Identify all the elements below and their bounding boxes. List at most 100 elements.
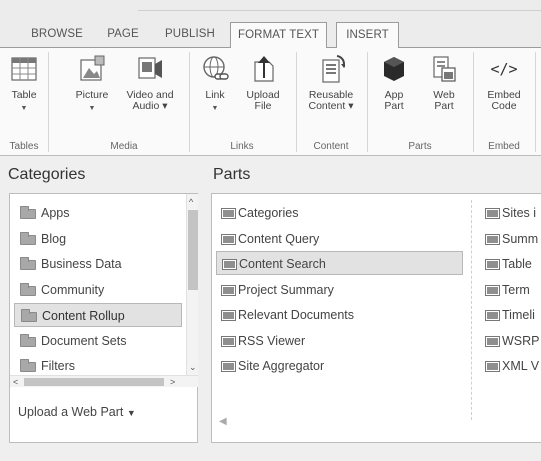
web-part-icon <box>485 336 500 347</box>
upload-file-label: Upload File <box>240 90 286 112</box>
scroll-left-arrow-icon[interactable]: ◀ <box>219 416 227 427</box>
part-item-xml-viewer[interactable]: XML V <box>480 354 541 378</box>
tab-page[interactable]: PAGE <box>100 22 146 48</box>
web-part-icon <box>221 361 236 372</box>
folder-icon <box>20 206 36 219</box>
video-audio-label: Video and Audio ▾ <box>126 89 174 112</box>
categories-horizontal-scrollbar[interactable]: < > <box>10 375 198 387</box>
upload-file-button[interactable]: Upload File <box>240 54 286 138</box>
group-label-embed: Embed <box>488 141 520 152</box>
tab-insert[interactable]: INSERT <box>336 22 399 49</box>
folder-icon <box>20 359 36 372</box>
web-part-icon <box>485 285 500 296</box>
tab-browse[interactable]: BROWSE <box>22 22 92 48</box>
column-divider <box>471 200 472 420</box>
categories-list: Apps Blog Business Data Community Conten… <box>10 194 184 375</box>
picture-label: Picture <box>75 89 109 101</box>
category-item-business-data[interactable]: Business Data <box>14 252 182 276</box>
group-divider <box>367 52 368 152</box>
part-item-term[interactable]: Term <box>480 278 541 302</box>
part-label: Summ <box>502 232 539 246</box>
picture-icon <box>80 55 105 81</box>
scroll-right-arrow-icon[interactable]: > <box>170 377 175 387</box>
group-label-content: Content <box>313 141 349 152</box>
web-part-icon <box>221 310 236 321</box>
link-icon <box>203 56 229 80</box>
upload-web-part-label: Upload a Web Part <box>18 405 124 419</box>
part-item-site-aggregator[interactable]: Site Aggregator <box>216 354 456 378</box>
embed-code-button[interactable]: </> Embed Code <box>478 54 530 138</box>
category-item-document-sets[interactable]: Document Sets <box>14 329 182 353</box>
scroll-thumb[interactable] <box>188 210 198 290</box>
web-part-button[interactable]: Web Part <box>422 54 466 138</box>
chevron-down-icon: ▼ <box>88 105 96 112</box>
insert-ribbon: Table ▼ Picture ▼ Video and Audio ▾ Medi… <box>0 48 541 156</box>
scroll-thumb[interactable] <box>24 378 164 386</box>
part-label: XML V <box>502 359 540 373</box>
scroll-down-arrow-icon[interactable]: ⌄ <box>189 362 197 372</box>
part-item-content-query[interactable]: Content Query <box>216 227 456 251</box>
part-item-table[interactable]: Table <box>480 252 541 276</box>
part-label: RSS Viewer <box>238 334 306 348</box>
folder-icon <box>20 232 36 245</box>
folder-icon <box>20 334 36 347</box>
chevron-down-icon: ▼ <box>20 105 28 112</box>
app-part-line2: Part <box>384 100 404 112</box>
web-part-picker-window: BROWSE PAGE PUBLISH FORMAT TEXT INSERT T… <box>0 0 541 461</box>
category-item-apps[interactable]: Apps <box>14 201 182 225</box>
categories-heading: Categories <box>8 166 86 183</box>
app-part-icon <box>384 57 404 81</box>
part-item-content-search[interactable]: Content Search <box>216 251 463 275</box>
ribbon-tab-strip: BROWSE PAGE PUBLISH FORMAT TEXT INSERT <box>0 0 541 49</box>
part-item-wsrp[interactable]: WSRP <box>480 329 541 353</box>
upload-web-part-link[interactable]: Upload a Web Part ▼ <box>18 405 136 419</box>
video-audio-button[interactable]: Video and Audio ▾ <box>116 54 184 138</box>
link-button[interactable]: Link ▼ <box>197 54 233 138</box>
category-label: Blog <box>41 232 67 246</box>
part-item-project-summary[interactable]: Project Summary <box>216 278 456 302</box>
group-divider <box>48 52 49 152</box>
group-label-parts: Parts <box>408 141 432 152</box>
part-item-summary[interactable]: Summ <box>480 227 541 251</box>
top-divider <box>138 10 541 11</box>
part-label: WSRP <box>502 334 540 348</box>
group-label-tables: Tables <box>9 141 39 152</box>
chevron-down-icon: ▼ <box>211 105 219 112</box>
part-item-rss-viewer[interactable]: RSS Viewer <box>216 329 456 353</box>
folder-icon <box>21 309 37 322</box>
table-button[interactable]: Table ▼ <box>4 54 44 138</box>
tab-publish[interactable]: PUBLISH <box>160 22 220 48</box>
web-part-icon <box>485 310 500 321</box>
web-part-icon <box>485 361 500 372</box>
caret-down-icon: ▼ <box>126 408 136 418</box>
picture-button[interactable]: Picture ▼ <box>70 54 114 138</box>
category-item-filters[interactable]: Filters <box>14 354 182 375</box>
categories-vertical-scrollbar[interactable]: ^ ⌄ <box>186 194 198 375</box>
folder-icon <box>20 283 36 296</box>
category-label: Filters <box>41 359 76 373</box>
web-part-label: Web Part <box>422 90 466 112</box>
category-item-content-rollup[interactable]: Content Rollup <box>14 303 182 327</box>
link-label: Link <box>205 89 225 101</box>
group-divider <box>189 52 190 152</box>
parts-heading: Parts <box>213 166 251 183</box>
scroll-left-arrow-icon[interactable]: < <box>13 377 18 387</box>
category-label: Content Rollup <box>42 309 125 323</box>
tab-format-text[interactable]: FORMAT TEXT <box>230 22 327 49</box>
scroll-up-arrow-icon[interactable]: ^ <box>189 197 193 207</box>
web-part-icon <box>485 208 500 219</box>
embed-code-label: Embed Code <box>478 90 530 112</box>
reusable-content-label: Reusable Content ▾ <box>308 89 354 112</box>
part-item-sites[interactable]: Sites i <box>480 201 541 225</box>
part-item-relevant-documents[interactable]: Relevant Documents <box>216 303 456 327</box>
part-item-timeline[interactable]: Timeli <box>480 303 541 327</box>
part-label: Content Query <box>238 232 320 246</box>
app-part-button[interactable]: App Part <box>375 54 413 138</box>
part-item-categories[interactable]: Categories <box>216 201 456 225</box>
upload-label-line2: File <box>254 100 272 112</box>
folder-icon <box>20 257 36 270</box>
reusable-content-button[interactable]: Reusable Content ▾ <box>300 54 362 138</box>
category-item-blog[interactable]: Blog <box>14 227 182 251</box>
category-item-community[interactable]: Community <box>14 278 182 302</box>
group-label-media: Media <box>110 141 138 152</box>
